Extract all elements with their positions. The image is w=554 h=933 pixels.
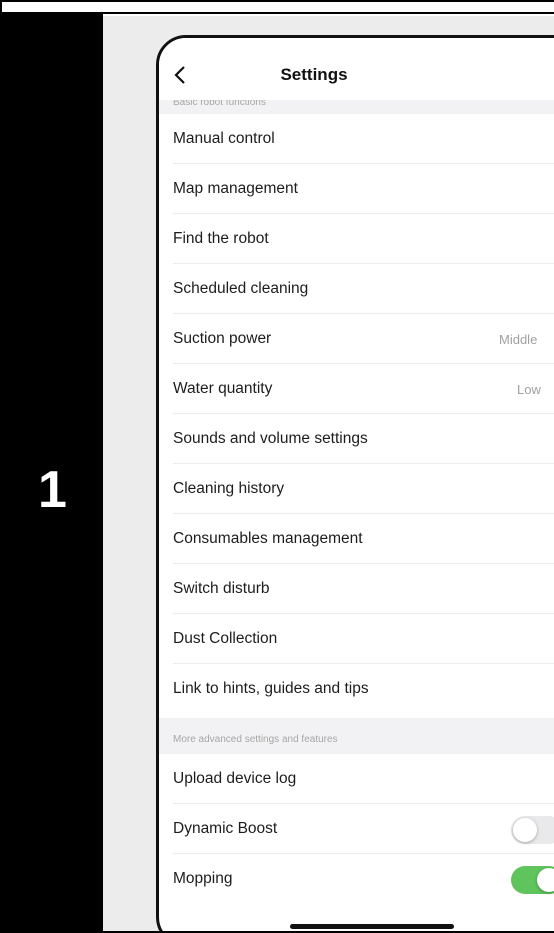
water-quantity-value: Low [517, 381, 541, 397]
list-item-upload-log[interactable]: Upload device log [159, 754, 554, 804]
home-indicator[interactable] [290, 924, 454, 929]
list-item-label: Scheduled cleaning [173, 280, 309, 297]
list-item-scheduled-cleaning[interactable]: Scheduled cleaning [159, 264, 554, 314]
list-item-label: Manual control [173, 130, 275, 147]
list-item-label: Sounds and volume settings [173, 430, 368, 447]
list-item-mopping: Mopping [159, 854, 554, 904]
list-item-label: Consumables management [173, 530, 363, 547]
suction-power-value: Middle [499, 331, 538, 347]
list-item-label: Switch disturb [173, 580, 270, 597]
mopping-toggle[interactable] [511, 866, 554, 894]
list-item-label: Map management [173, 180, 298, 197]
list-item-switch-disturb[interactable]: Switch disturb [159, 564, 554, 614]
list-item-label: Dynamic Boost [173, 820, 278, 837]
list-item-hints-guides[interactable]: Link to hints, guides and tips [159, 664, 554, 714]
list-item-label: Dust Collection [173, 630, 278, 647]
list-item-consumables[interactable]: Consumables management [159, 514, 554, 564]
list-item-label: Upload device log [173, 770, 297, 787]
list-item-label: Cleaning history [173, 480, 285, 497]
list-item-cleaning-history[interactable]: Cleaning history [159, 464, 554, 514]
list-item-label: Link to hints, guides and tips [173, 680, 369, 697]
list-item-label: Find the robot [173, 230, 269, 247]
step-number: 1 [38, 461, 67, 519]
list-item-dynamic-boost: Dynamic Boost [159, 804, 554, 854]
list-item-dust-collection[interactable]: Dust Collection [159, 614, 554, 664]
page-title: Settings [280, 65, 348, 84]
instruction-frame: 1 Settings Basic robot functions Manual … [0, 0, 554, 933]
list-item-label: Mopping [173, 870, 233, 887]
list-item-label: Suction power [173, 330, 272, 347]
top-band [2, 2, 554, 14]
list-item-water-quantity[interactable]: Water quantity Low [159, 364, 554, 414]
list-item-manual-control[interactable]: Manual control [159, 114, 554, 164]
section-header-advanced: More advanced settings and features [159, 718, 554, 754]
phone-screen: Settings Basic robot functions Manual co… [156, 35, 554, 931]
nav-bar: Settings [159, 38, 554, 100]
dynamic-boost-toggle[interactable] [511, 816, 554, 844]
list-item-suction-power[interactable]: Suction power Middle [159, 314, 554, 364]
list-item-map-management[interactable]: Map management [159, 164, 554, 214]
list-item-find-robot[interactable]: Find the robot [159, 214, 554, 264]
toggle-knob [513, 818, 537, 842]
list-item-sounds-volume[interactable]: Sounds and volume settings [159, 414, 554, 464]
toggle-knob [537, 868, 554, 892]
list-item-label: Water quantity [173, 380, 273, 397]
